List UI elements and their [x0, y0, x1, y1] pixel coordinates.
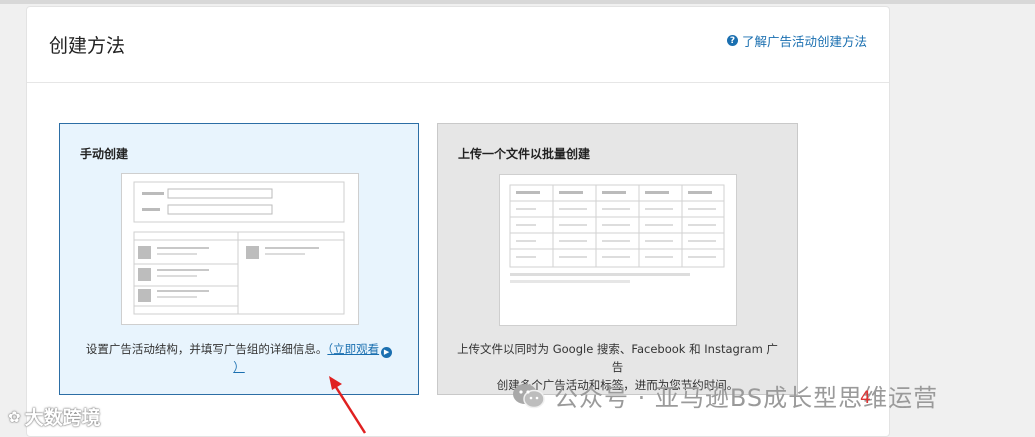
- help-link-label: 了解广告活动创建方法: [741, 34, 867, 49]
- manual-card-description: 设置广告活动结构，并填写广告组的详细信息。（立即观看 ▶ ）: [76, 340, 402, 376]
- play-circle-icon: ▶: [381, 346, 393, 358]
- manual-create-illustration: [121, 173, 359, 325]
- wechat-watermark: 公众号 · 亚马逊BS成长型思维运营: [512, 378, 938, 413]
- watch-now-link-close[interactable]: ）: [233, 360, 245, 374]
- red-arrow-annotation: [329, 376, 367, 434]
- top-border: [0, 0, 1035, 4]
- manual-create-card[interactable]: 手动创建 设置广告活动结构，并填写广告组的详细信息。（立即观看 ▶ ）: [59, 123, 419, 395]
- watch-now-link[interactable]: （立即观看 ▶: [327, 342, 393, 358]
- page-title: 创建方法: [49, 35, 126, 57]
- bulk-upload-card[interactable]: 上传一个文件以批量创建 上传文件以同时为 Google 搜索、Facebook …: [437, 123, 798, 395]
- logo-icon: ✿: [8, 407, 21, 426]
- panel-header: 创建方法 ? 了解广告活动创建方法: [27, 7, 889, 83]
- help-link[interactable]: ? 了解广告活动创建方法: [726, 31, 867, 50]
- bulk-upload-illustration: [499, 174, 737, 326]
- corner-logo-watermark: ✿ 大数跨境: [8, 403, 101, 430]
- question-circle-icon: ?: [726, 35, 738, 46]
- wechat-icon: [513, 383, 545, 408]
- bulk-card-title: 上传一个文件以批量创建: [458, 147, 591, 161]
- spreadsheet-graphic: [509, 184, 725, 283]
- form-layout-graphic: [133, 181, 345, 315]
- logo-text: 大数跨境: [24, 407, 101, 429]
- manual-card-title: 手动创建: [80, 147, 129, 161]
- watermark-text: 公众号 · 亚马逊BS成长型思维运营: [554, 384, 939, 412]
- creation-method-panel: 创建方法 ? 了解广告活动创建方法 手动创建 设置广告活动结构，并填写广告组的详…: [26, 6, 890, 437]
- annotation-number: 4: [860, 388, 871, 408]
